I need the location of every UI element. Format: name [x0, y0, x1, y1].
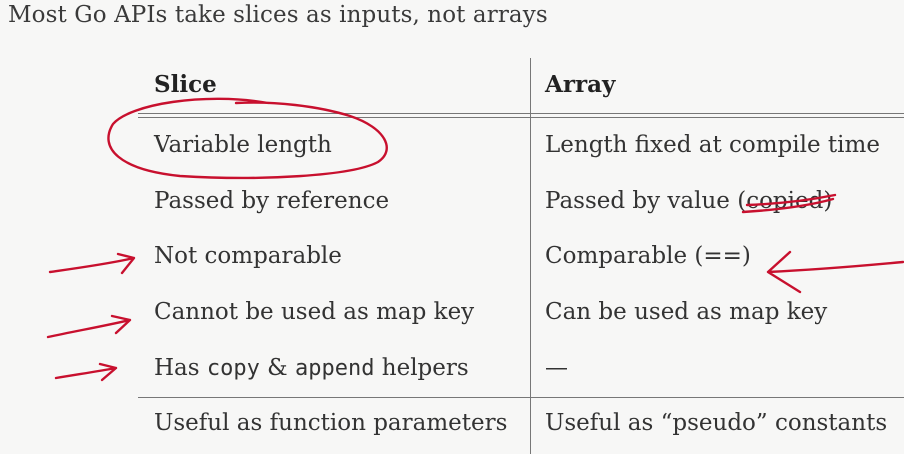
row-1-slice: Variable length	[154, 132, 332, 158]
footer-rule	[138, 397, 904, 398]
append-keyword: append	[294, 356, 375, 381]
row-2-array-text: Passed by value	[545, 188, 738, 214]
row-5-slice-mid: &	[259, 355, 295, 381]
copy-keyword: copy	[206, 356, 260, 381]
row-5-slice-suffix: helpers	[374, 355, 469, 381]
row-4-array: Can be used as map key	[545, 299, 828, 325]
row-2-slice: Passed by reference	[154, 188, 390, 214]
row-5-slice: Has copy & append helpers	[154, 355, 469, 381]
arrow-not-comparable	[48, 252, 136, 275]
slide-title: Most Go APIs take slices as inputs, not …	[8, 2, 548, 28]
row-1-array: Length fixed at compile time	[545, 132, 880, 158]
row-3-array: Comparable (==)	[545, 243, 751, 269]
row-5-array: —	[545, 355, 568, 381]
arrow-comparable	[766, 250, 904, 294]
row-2-array: Passed by value (copied)	[545, 188, 832, 214]
row-2-array-struck: (copied)	[737, 188, 833, 214]
row-5-slice-prefix: Has	[154, 355, 207, 381]
header-array: Array	[545, 71, 616, 98]
header-rule-top	[138, 113, 904, 114]
arrow-copy-append	[54, 362, 118, 382]
row-3-slice: Not comparable	[154, 243, 342, 269]
pen-annotations	[46, 97, 904, 382]
header-rule-bottom	[138, 117, 904, 118]
header-slice: Slice	[154, 71, 217, 98]
arrow-map-key	[46, 314, 132, 339]
row-4-slice: Cannot be used as map key	[154, 299, 475, 325]
row-6-slice: Useful as function parameters	[154, 410, 508, 436]
row-6-array: Useful as “pseudo” constants	[545, 410, 888, 436]
